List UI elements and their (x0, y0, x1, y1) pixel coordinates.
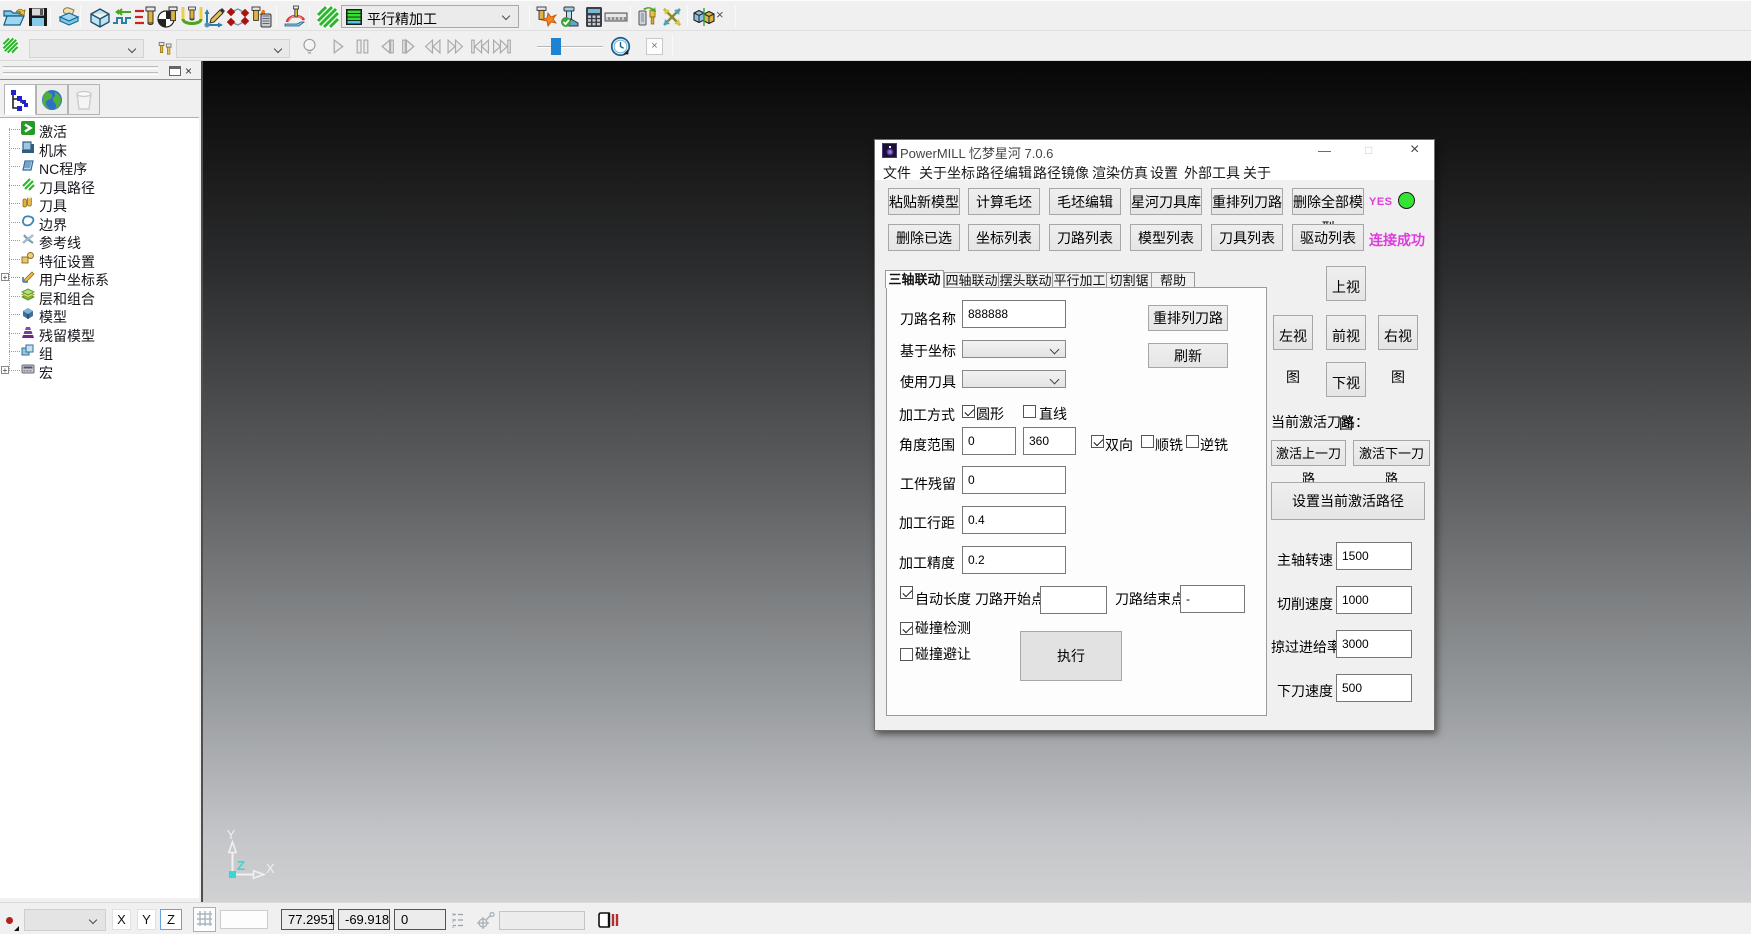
svg-text:z: z (452, 924, 455, 929)
svg-text:Y: Y (227, 827, 236, 842)
svg-text:Z: Z (237, 858, 245, 873)
svg-text:X: X (266, 861, 275, 876)
